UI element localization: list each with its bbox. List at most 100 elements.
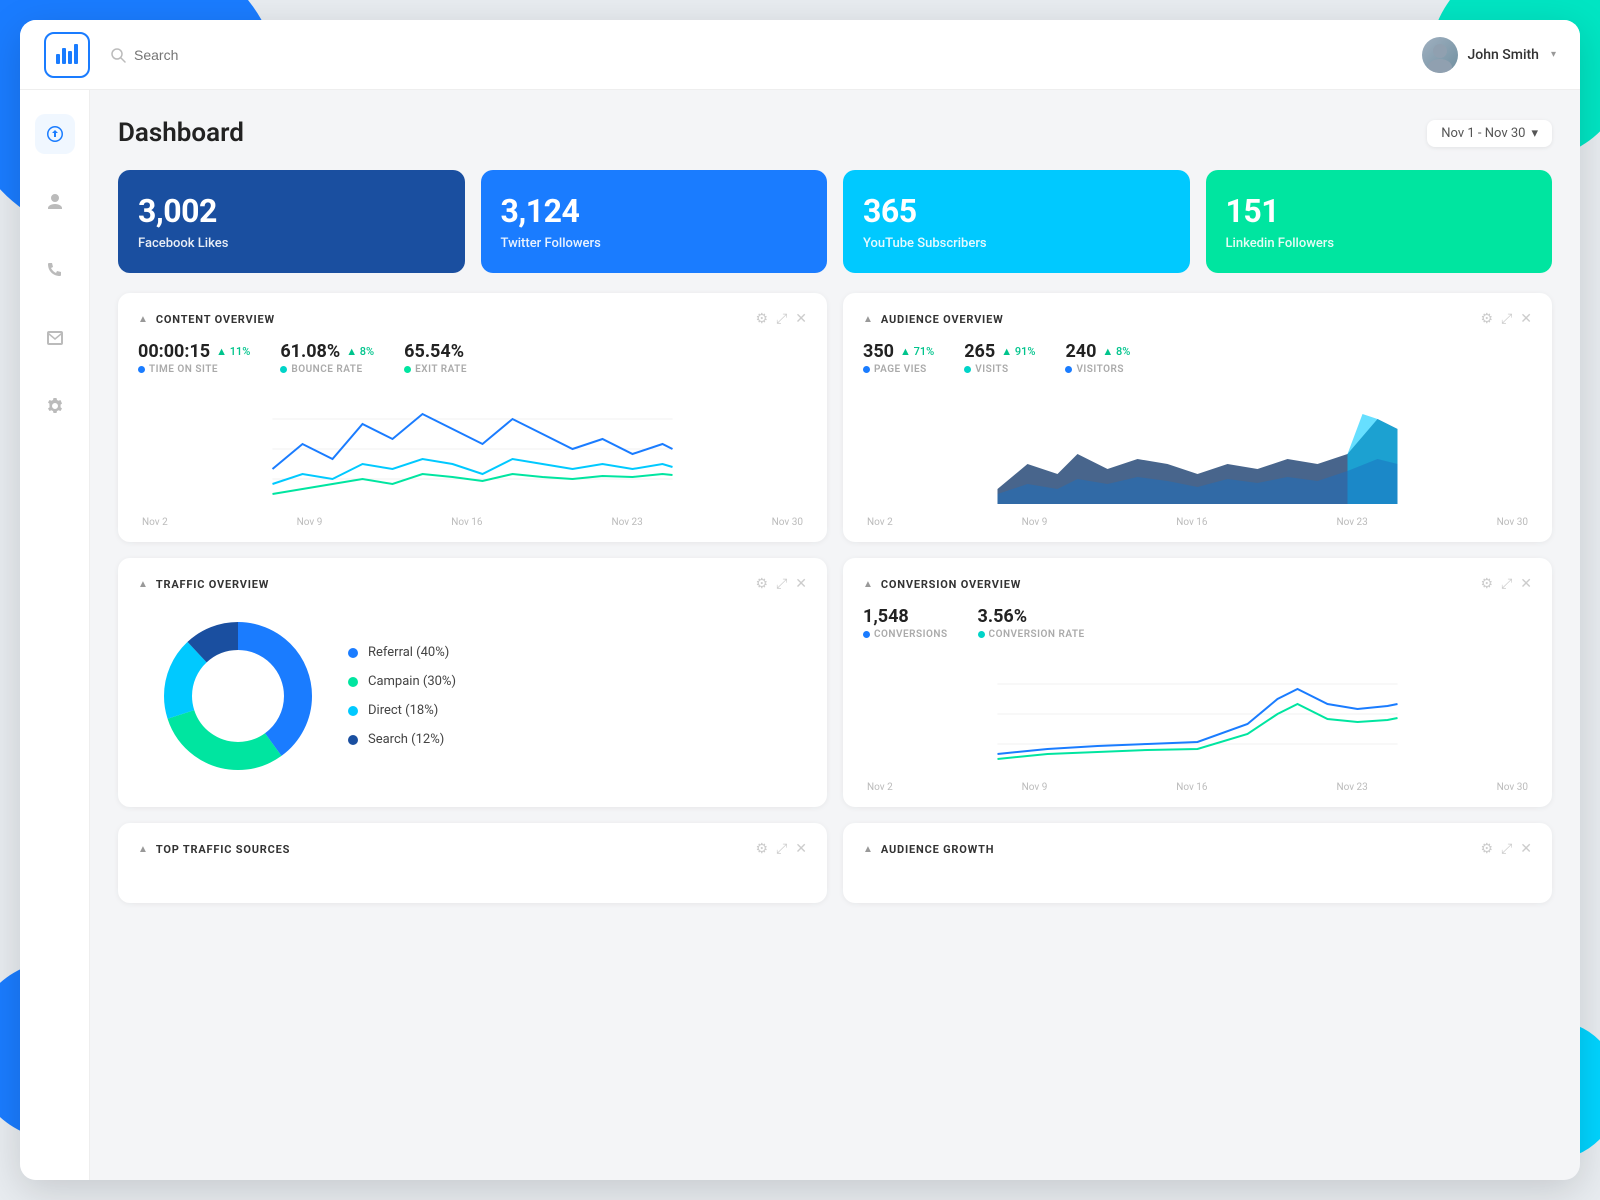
- label-nov16: Nov 16: [1176, 782, 1207, 793]
- sidebar-item-settings[interactable]: [35, 386, 75, 426]
- user-area[interactable]: John Smith ▾: [1422, 37, 1557, 73]
- label-nov9: Nov 9: [297, 517, 323, 528]
- close-icon[interactable]: ✕: [795, 841, 807, 857]
- gear-icon[interactable]: ⚙: [756, 311, 769, 327]
- gear-icon[interactable]: ⚙: [756, 841, 769, 857]
- dot-teal: [964, 366, 971, 373]
- expand-icon[interactable]: ⤢: [1501, 841, 1512, 857]
- audience-chart-labels: Nov 2 Nov 9 Nov 16 Nov 23 Nov 30: [863, 517, 1532, 528]
- bottom-grid: ▲ TOP TRAFFIC SOURCES ⚙ ⤢ ✕: [118, 823, 1552, 903]
- search-dot: [348, 735, 358, 745]
- label-nov16: Nov 16: [451, 517, 482, 528]
- sidebar-item-user[interactable]: [35, 182, 75, 222]
- panel-arrow-icon: ▲: [863, 579, 873, 590]
- content-overview-title: CONTENT OVERVIEW: [156, 313, 275, 326]
- chevron-down-icon: ▾: [1531, 126, 1538, 141]
- stat-card-facebook: 3,002 Facebook Likes: [118, 170, 465, 273]
- label-nov2: Nov 2: [867, 517, 893, 528]
- topbar: John Smith ▾: [20, 20, 1580, 90]
- legend-direct: Direct (18%): [348, 703, 456, 718]
- panel-arrow-icon: ▲: [138, 844, 148, 855]
- legend-referral: Referral (40%): [348, 645, 456, 660]
- audience-overview-header: ▲ AUDIENCE OVERVIEW ⚙ ⤢ ✕: [863, 311, 1532, 327]
- traffic-title-row: ▲ TRAFFIC OVERVIEW: [138, 578, 269, 591]
- referral-dot: [348, 648, 358, 658]
- conversions-label: CONVERSIONS: [863, 629, 948, 640]
- traffic-overview-title: TRAFFIC OVERVIEW: [156, 578, 269, 591]
- youtube-label: YouTube Subscribers: [863, 236, 1170, 251]
- search-input[interactable]: [134, 47, 334, 63]
- conversion-rate-stat: 3.56% CONVERSION RATE: [978, 606, 1085, 640]
- top-traffic-title: TOP TRAFFIC SOURCES: [156, 843, 290, 856]
- gear-icon[interactable]: ⚙: [1481, 311, 1494, 327]
- panel-arrow-icon: ▲: [863, 844, 873, 855]
- conversion-rate-value: 3.56%: [978, 606, 1085, 627]
- top-traffic-title-row: ▲ TOP TRAFFIC SOURCES: [138, 843, 290, 856]
- exit-rate-stat: 65.54% EXIT RATE: [404, 341, 467, 375]
- visitors-pct: ▲ 8%: [1102, 345, 1130, 358]
- conversion-overview-panel: ▲ CONVERSION OVERVIEW ⚙ ⤢ ✕ 1,548: [843, 558, 1552, 807]
- close-icon[interactable]: ✕: [1520, 311, 1532, 327]
- sidebar-item-upload[interactable]: [35, 114, 75, 154]
- conversion-chart-labels: Nov 2 Nov 9 Nov 16 Nov 23 Nov 30: [863, 782, 1532, 793]
- expand-icon[interactable]: ⤢: [1501, 576, 1512, 592]
- sidebar-item-mail[interactable]: [35, 318, 75, 358]
- traffic-overview-header: ▲ TRAFFIC OVERVIEW ⚙ ⤢ ✕: [138, 576, 807, 592]
- expand-icon[interactable]: ⤢: [776, 576, 787, 592]
- gear-icon[interactable]: ⚙: [1481, 576, 1494, 592]
- dot-teal: [280, 366, 287, 373]
- time-on-site-label: TIME ON SITE: [138, 364, 250, 375]
- content-stats-row: 00:00:15 ▲ 11% TIME ON SITE 6: [138, 341, 807, 375]
- content-chart: [138, 389, 807, 509]
- label-nov23: Nov 23: [1336, 517, 1367, 528]
- audience-overview-panel: ▲ AUDIENCE OVERVIEW ⚙ ⤢ ✕: [843, 293, 1552, 542]
- panel-actions: ⚙ ⤢ ✕: [756, 311, 808, 327]
- close-icon[interactable]: ✕: [1520, 576, 1532, 592]
- expand-icon[interactable]: ⤢: [776, 311, 787, 327]
- sidebar-item-phone[interactable]: [35, 250, 75, 290]
- body-area: Dashboard Nov 1 - Nov 30 ▾ 3,002 Faceboo…: [20, 90, 1580, 1180]
- legend-search: Search (12%): [348, 732, 456, 747]
- panel-arrow-icon: ▲: [863, 314, 873, 325]
- bounce-rate-stat: 61.08% ▲ 8% BOUNCE RATE: [280, 341, 374, 375]
- gear-icon[interactable]: ⚙: [756, 576, 769, 592]
- twitter-label: Twitter Followers: [501, 236, 808, 251]
- avatar: [1422, 37, 1458, 73]
- close-icon[interactable]: ✕: [795, 311, 807, 327]
- visits-stat: 265 ▲ 91% VISITS: [964, 341, 1035, 375]
- main-window: John Smith ▾: [20, 20, 1580, 1180]
- dot-blue: [138, 366, 145, 373]
- date-range-selector[interactable]: Nov 1 - Nov 30 ▾: [1427, 120, 1552, 147]
- time-on-site-stat: 00:00:15 ▲ 11% TIME ON SITE: [138, 341, 250, 375]
- traffic-panel-actions: ⚙ ⤢ ✕: [756, 576, 808, 592]
- logo-icon: [54, 40, 80, 70]
- sidebar: [20, 90, 90, 1180]
- time-on-site-value: 00:00:15 ▲ 11%: [138, 341, 250, 362]
- audience-panel-actions: ⚙ ⤢ ✕: [1481, 311, 1533, 327]
- conversion-rate-label: CONVERSION RATE: [978, 629, 1085, 640]
- close-icon[interactable]: ✕: [795, 576, 807, 592]
- dot-green: [404, 366, 411, 373]
- top-traffic-sources-panel: ▲ TOP TRAFFIC SOURCES ⚙ ⤢ ✕: [118, 823, 827, 903]
- conversions-value: 1,548: [863, 606, 948, 627]
- traffic-overview-panel: ▲ TRAFFIC OVERVIEW ⚙ ⤢ ✕: [118, 558, 827, 807]
- page-views-value: 350 ▲ 71%: [863, 341, 934, 362]
- top-traffic-actions: ⚙ ⤢ ✕: [756, 841, 808, 857]
- audience-growth-header: ▲ AUDIENCE GROWTH ⚙ ⤢ ✕: [863, 841, 1532, 857]
- user-name: John Smith: [1468, 47, 1539, 63]
- gear-icon[interactable]: ⚙: [1481, 841, 1494, 857]
- twitter-count: 3,124: [501, 192, 808, 230]
- expand-icon[interactable]: ⤢: [1501, 311, 1512, 327]
- expand-icon[interactable]: ⤢: [776, 841, 787, 857]
- stat-card-youtube: 365 YouTube Subscribers: [843, 170, 1190, 273]
- stat-card-linkedin: 151 Linkedin Followers: [1206, 170, 1553, 273]
- donut-area: Referral (40%) Campain (30%) Direct (18%…: [138, 606, 807, 786]
- visits-label: VISITS: [964, 364, 1035, 375]
- panel-arrow-icon: ▲: [138, 579, 148, 590]
- label-nov23: Nov 23: [611, 517, 642, 528]
- label-nov2: Nov 2: [142, 517, 168, 528]
- chart-grid-row1: ▲ CONTENT OVERVIEW ⚙ ⤢ ✕: [118, 293, 1552, 542]
- dot-blue: [1065, 366, 1072, 373]
- dot-blue: [863, 631, 870, 638]
- close-icon[interactable]: ✕: [1520, 841, 1532, 857]
